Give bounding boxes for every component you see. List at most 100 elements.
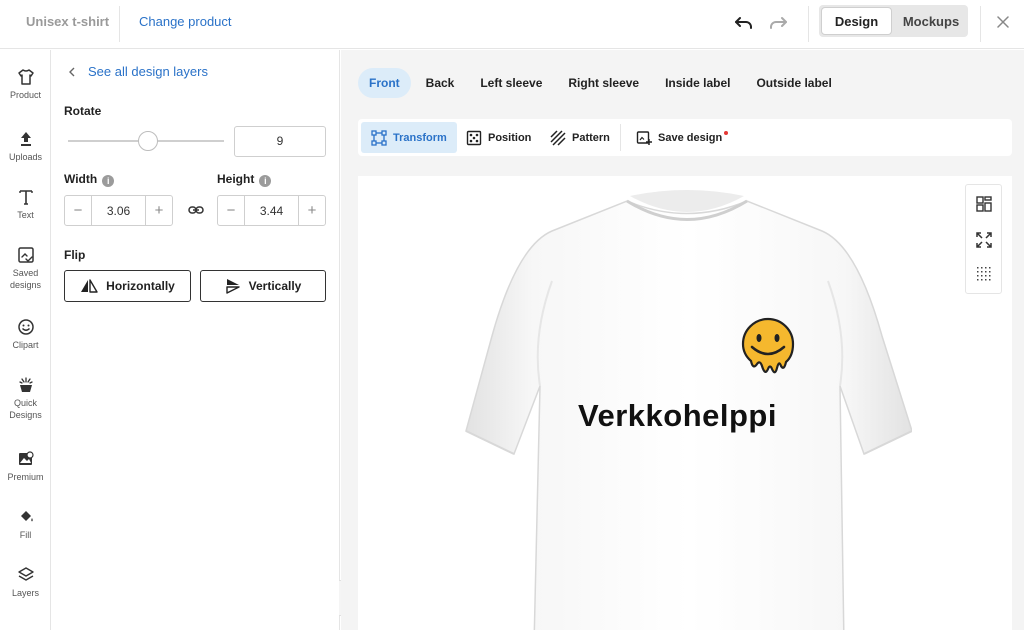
flip-horizontal-icon — [81, 279, 98, 293]
save-design-label: Save design — [658, 131, 723, 144]
chevron-left-icon — [69, 67, 75, 76]
close-button[interactable] — [993, 12, 1013, 32]
top-bar: Unisex t-shirt Change product Design Moc… — [0, 0, 1024, 49]
text-icon — [18, 190, 33, 205]
rail-item-clipart[interactable]: Clipart — [0, 318, 51, 351]
pattern-label: Pattern — [572, 131, 610, 144]
shirt-icon — [17, 69, 34, 85]
width-decrease-button[interactable]: − — [65, 196, 91, 225]
fullscreen-icon[interactable] — [975, 231, 993, 249]
tab-right-sleeve[interactable]: Right sleeve — [557, 68, 650, 98]
rail-item-quick-designs[interactable]: Quick Designs — [0, 376, 51, 421]
rail-item-text[interactable]: Text — [0, 188, 51, 221]
rail-item-uploads[interactable]: Uploads — [0, 130, 51, 163]
divider — [620, 124, 621, 151]
transform-button[interactable]: Transform — [361, 122, 457, 153]
rail-label: Uploads — [8, 152, 43, 162]
rail-item-premium[interactable]: Premium — [0, 450, 51, 483]
canvas-side-tools — [965, 184, 1002, 294]
transform-label: Transform — [393, 131, 447, 144]
rotate-label: Rotate — [64, 104, 102, 118]
product-name: Unisex t-shirt — [26, 14, 110, 29]
design-canvas[interactable]: Verkkohelppi — [358, 176, 1012, 630]
info-icon[interactable]: i — [259, 175, 272, 187]
rail-label: Layers — [11, 588, 39, 598]
premium-icon — [18, 451, 34, 465]
rail-label: Fill — [19, 530, 32, 540]
info-icon[interactable]: i — [102, 175, 115, 187]
unsaved-indicator — [724, 130, 729, 135]
rail-item-fill[interactable]: Fill — [0, 508, 51, 541]
layers-icon — [17, 567, 34, 581]
link-aspect-icon[interactable] — [188, 202, 204, 218]
flip-vertically-button[interactable]: Vertically — [200, 270, 326, 302]
layout-grid-icon[interactable] — [975, 195, 993, 213]
rail-label: Premium — [7, 472, 44, 482]
layer-settings-panel: See all design layers Rotate 9 Width i − … — [52, 50, 340, 630]
divider — [119, 6, 120, 42]
undo-button[interactable] — [732, 12, 756, 34]
height-decrease-button[interactable]: − — [218, 196, 244, 225]
tab-inside-label[interactable]: Inside label — [654, 68, 741, 98]
grid-dots-icon[interactable] — [975, 265, 993, 283]
design-workspace: Front Back Left sleeve Right sleeve Insi… — [341, 50, 1024, 630]
tab-left-sleeve[interactable]: Left sleeve — [469, 68, 553, 98]
design-toolbar: Transform Position Pattern Save design — [358, 119, 1012, 156]
flip-vertically-label: Vertically — [248, 279, 302, 293]
height-stepper: − 3.44 + — [217, 195, 326, 226]
height-increase-button[interactable]: + — [299, 196, 325, 225]
rotate-input[interactable]: 9 — [234, 126, 326, 157]
undo-icon — [735, 17, 752, 29]
tab-front[interactable]: Front — [358, 68, 411, 98]
width-increase-button[interactable]: + — [146, 196, 172, 225]
tool-rail: Product Uploads Text Saved designs Clipa… — [0, 50, 51, 630]
rail-label: Clipart — [12, 340, 39, 350]
fill-bucket-icon — [20, 511, 33, 522]
rail-label: Product — [9, 90, 42, 100]
design-mode-button[interactable]: Design — [822, 8, 891, 34]
rail-item-product[interactable]: Product — [0, 68, 51, 101]
divider — [808, 6, 809, 42]
close-icon — [997, 16, 1009, 28]
height-label: Height — [217, 172, 255, 186]
save-design-icon — [636, 130, 652, 145]
change-product-link[interactable]: Change product — [139, 14, 232, 29]
flip-horizontally-button[interactable]: Horizontally — [64, 270, 191, 302]
position-icon — [466, 130, 482, 145]
mode-switch: Design Mockups — [819, 5, 968, 37]
redo-button[interactable] — [766, 12, 790, 34]
text-design-layer[interactable]: Verkkohelppi — [578, 398, 777, 434]
height-input[interactable]: 3.44 — [244, 196, 299, 225]
width-label-row: Width i — [64, 172, 115, 187]
position-label: Position — [488, 131, 532, 144]
transform-icon — [371, 129, 387, 146]
placement-tabs: Front Back Left sleeve Right sleeve Insi… — [358, 68, 843, 98]
rotate-slider-thumb[interactable] — [138, 131, 158, 151]
see-all-layers-link[interactable]: See all design layers — [68, 64, 208, 79]
save-design-button[interactable]: Save design — [626, 122, 738, 153]
rail-label: Saved designs — [9, 268, 42, 290]
back-link-label: See all design layers — [88, 64, 208, 79]
smiley-design-layer[interactable] — [739, 316, 797, 378]
tab-back[interactable]: Back — [415, 68, 466, 98]
rail-label: Quick Designs — [9, 398, 42, 420]
flip-vertical-icon — [225, 279, 240, 294]
upload-icon — [20, 132, 31, 146]
width-input[interactable]: 3.06 — [91, 196, 146, 225]
rail-item-layers[interactable]: Layers — [0, 566, 51, 599]
divider — [980, 6, 981, 42]
rail-item-saved-designs[interactable]: Saved designs — [0, 246, 51, 291]
flip-label: Flip — [64, 248, 86, 262]
tab-outside-label[interactable]: Outside label — [745, 68, 842, 98]
height-label-row: Height i — [217, 172, 272, 187]
mockups-mode-button[interactable]: Mockups — [897, 8, 965, 34]
flip-horizontally-label: Horizontally — [106, 279, 175, 293]
width-label: Width — [64, 172, 98, 186]
pattern-icon — [550, 129, 566, 146]
rail-label: Text — [17, 210, 34, 220]
width-stepper: − 3.06 + — [64, 195, 173, 226]
saved-designs-icon — [17, 247, 34, 263]
redo-icon — [770, 17, 787, 29]
pattern-button[interactable]: Pattern — [540, 122, 620, 153]
position-button[interactable]: Position — [456, 122, 541, 153]
